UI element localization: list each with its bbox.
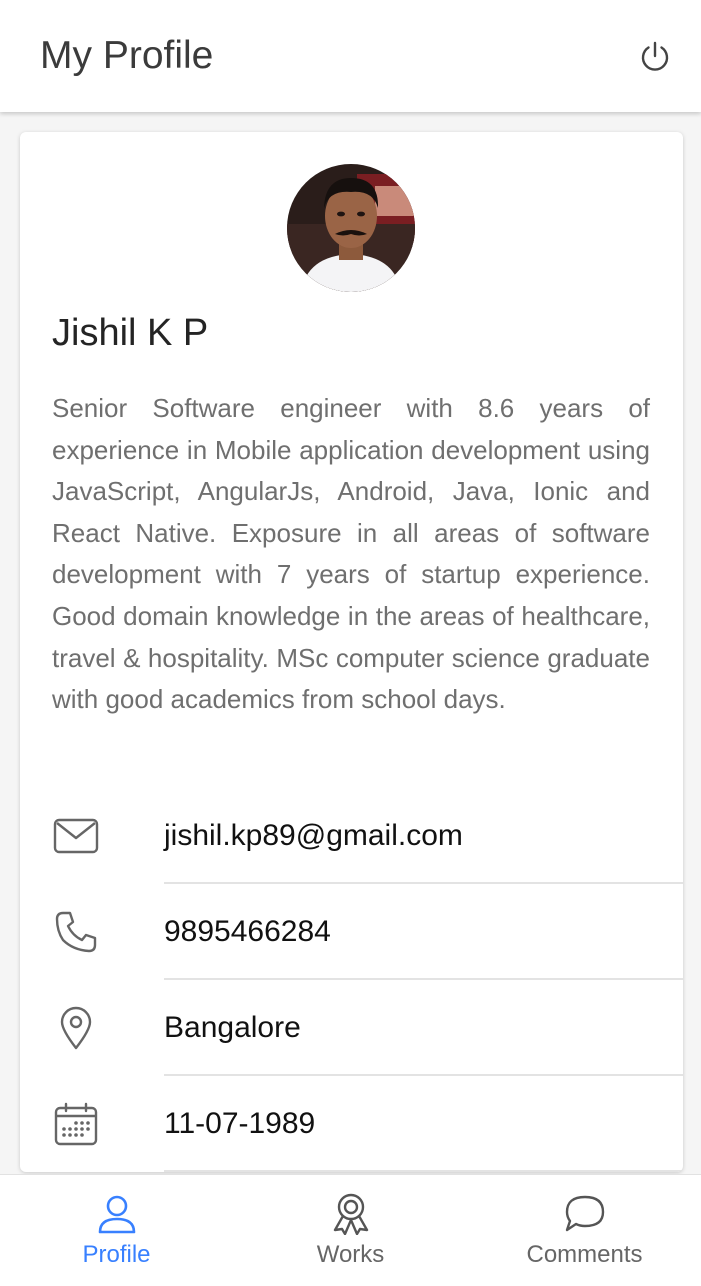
tab-profile[interactable]: Profile: [0, 1175, 233, 1286]
birthdate-value: 11-07-1989: [164, 1107, 316, 1140]
email-row[interactable]: jishil.kp89@gmail.com: [20, 788, 683, 884]
phone-value: 9895466284: [164, 915, 331, 948]
profile-card: Jishil K P Senior Software engineer with…: [20, 132, 683, 1172]
tab-label-works: Works: [316, 1241, 385, 1268]
tab-label-profile: Profile: [82, 1241, 151, 1268]
ribbon-icon: [330, 1193, 372, 1235]
location-row[interactable]: Bangalore: [20, 980, 683, 1076]
birthdate-row[interactable]: 11-07-1989: [20, 1076, 683, 1172]
location-value: Bangalore: [164, 1011, 301, 1044]
profile-name: Jishil K P: [52, 312, 209, 354]
tab-works[interactable]: Works: [234, 1175, 467, 1286]
profile-content: Jishil K P Senior Software engineer with…: [0, 112, 701, 1174]
chat-bubble-icon: [564, 1193, 606, 1235]
email-value: jishil.kp89@gmail.com: [164, 819, 463, 852]
page-title: My Profile: [40, 34, 214, 77]
phone-row[interactable]: 9895466284: [20, 884, 683, 980]
mail-icon: [50, 810, 102, 862]
phone-icon: [50, 906, 102, 958]
power-icon: [638, 40, 672, 74]
tab-label-comments: Comments: [526, 1241, 643, 1268]
avatar: [287, 164, 415, 292]
calendar-icon: [50, 1098, 102, 1150]
tab-bar: Profile Works Comments: [0, 1174, 701, 1286]
logout-button[interactable]: [634, 36, 676, 78]
profile-bio: Senior Software engineer with 8.6 years …: [52, 393, 650, 715]
tab-comments[interactable]: Comments: [468, 1175, 701, 1286]
location-pin-icon: [50, 1002, 102, 1054]
app-header: My Profile: [0, 0, 701, 112]
person-icon: [96, 1193, 138, 1235]
divider: [164, 1170, 683, 1172]
